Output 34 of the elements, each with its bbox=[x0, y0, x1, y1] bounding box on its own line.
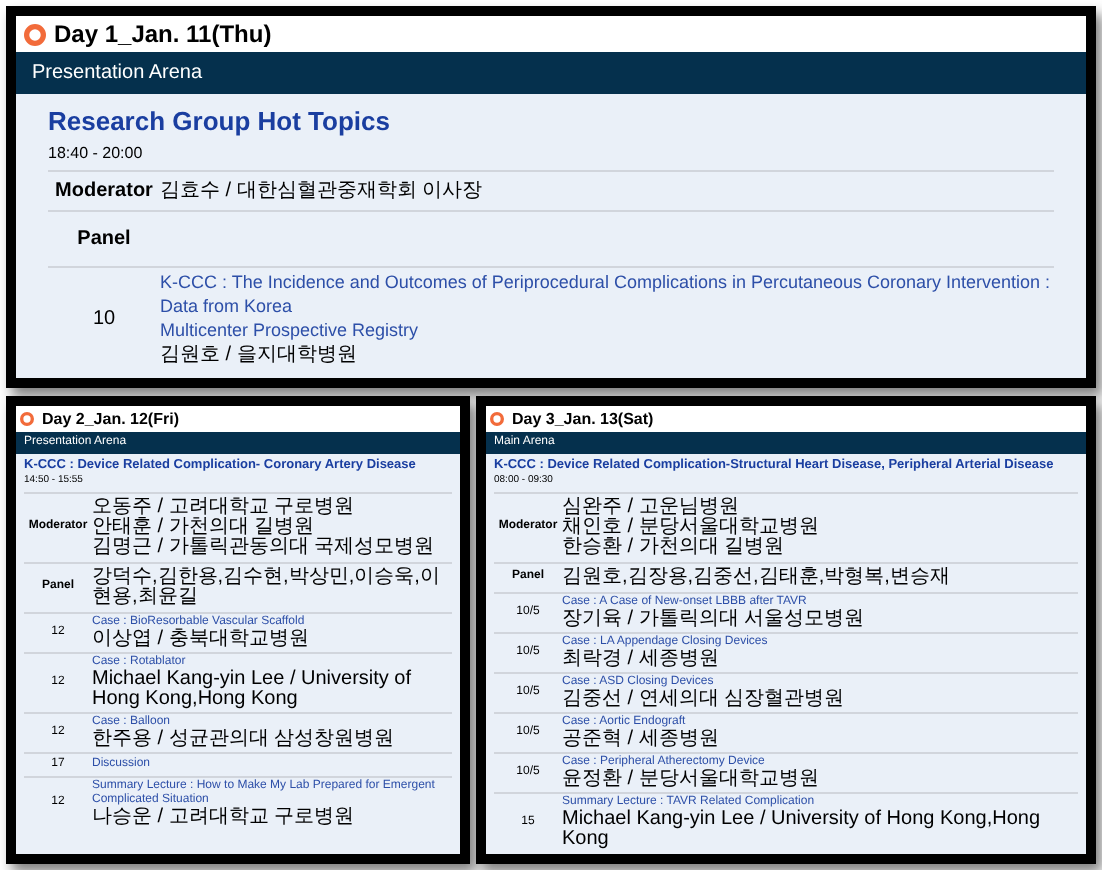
moderator-name: 김명근 / 가톨릭관동의대 국제성모병원 bbox=[92, 537, 435, 557]
day-heading: Day 2_Jan. 12(Fri) bbox=[42, 407, 179, 431]
moderator-name: 안태훈 / 가천의대 길병원 bbox=[92, 517, 317, 537]
panelist-names: 김원호,김장용,김중선,김태훈,박형복,변승재 bbox=[562, 567, 950, 587]
talk-title-link[interactable]: K-CCC : The Incidence and Outcomes of Periprocedural Complications in Percutaneous Coronary Intervention : Data from Korea bbox=[160, 269, 1054, 317]
circle-icon bbox=[24, 23, 46, 45]
speaker-name: 최락경 / 세종병원 bbox=[562, 649, 719, 669]
panelist-names: 강덕수,김한용,김수현,박상민,이승욱,이현용,최윤길 bbox=[92, 567, 442, 607]
moderator-name: 오동주 / 고려대학교 구로병원 bbox=[92, 497, 357, 517]
moderator-name: 심완주 / 고운님병원 bbox=[562, 497, 741, 517]
day-heading: Day 3_Jan. 13(Sat) bbox=[512, 407, 654, 431]
speaker-name: 김중선 / 연세의대 심장혈관병원 bbox=[562, 689, 845, 709]
speaker-name: 이상엽 / 충북대학교병원 bbox=[92, 629, 309, 649]
talk-title-link[interactable]: Multicenter Prospective Registry bbox=[160, 317, 1054, 341]
moderator-name: 한승환 / 가천의대 길병원 bbox=[562, 537, 787, 557]
session-title: Research Group Hot Topics bbox=[48, 104, 392, 140]
speaker-name: 윤정환 / 분당서울대학교병원 bbox=[562, 769, 819, 789]
speaker-name: 공준혁 / 세종병원 bbox=[562, 729, 719, 749]
moderator-name: 김효수 / 대한심혈관중재학회 이사장 bbox=[160, 177, 483, 203]
speaker-name: Michael Kang-yin Lee / University of Hong Kong,Hong Kong bbox=[92, 669, 414, 709]
moderator-name: 채인호 / 분당서울대학교병원 bbox=[562, 517, 819, 537]
speaker-name: 장기육 / 가톨릭의대 서울성모병원 bbox=[562, 609, 865, 629]
circle-icon bbox=[490, 412, 504, 426]
circle-icon bbox=[20, 412, 34, 426]
speaker-name: 한주용 / 성균관의대 삼성창원병원 bbox=[92, 729, 395, 749]
speaker-name: Michael Kang-yin Lee / University of Hong Kong,Hong Kong bbox=[562, 809, 1043, 849]
session-time: 18:40 - 20:00 bbox=[48, 141, 145, 165]
speaker-name: 김원호 / 을지대학병원 bbox=[160, 341, 359, 367]
day-heading: Day 1_Jan. 11(Thu) bbox=[54, 18, 272, 52]
moderator-label: Moderator bbox=[53, 177, 155, 205]
panel-label: Panel bbox=[75, 225, 133, 253]
speaker-name: 나승운 / 고려대학교 구로병원 bbox=[92, 807, 357, 827]
duration: 10 bbox=[90, 305, 118, 333]
arena-bar: Presentation Arena bbox=[16, 52, 1086, 94]
